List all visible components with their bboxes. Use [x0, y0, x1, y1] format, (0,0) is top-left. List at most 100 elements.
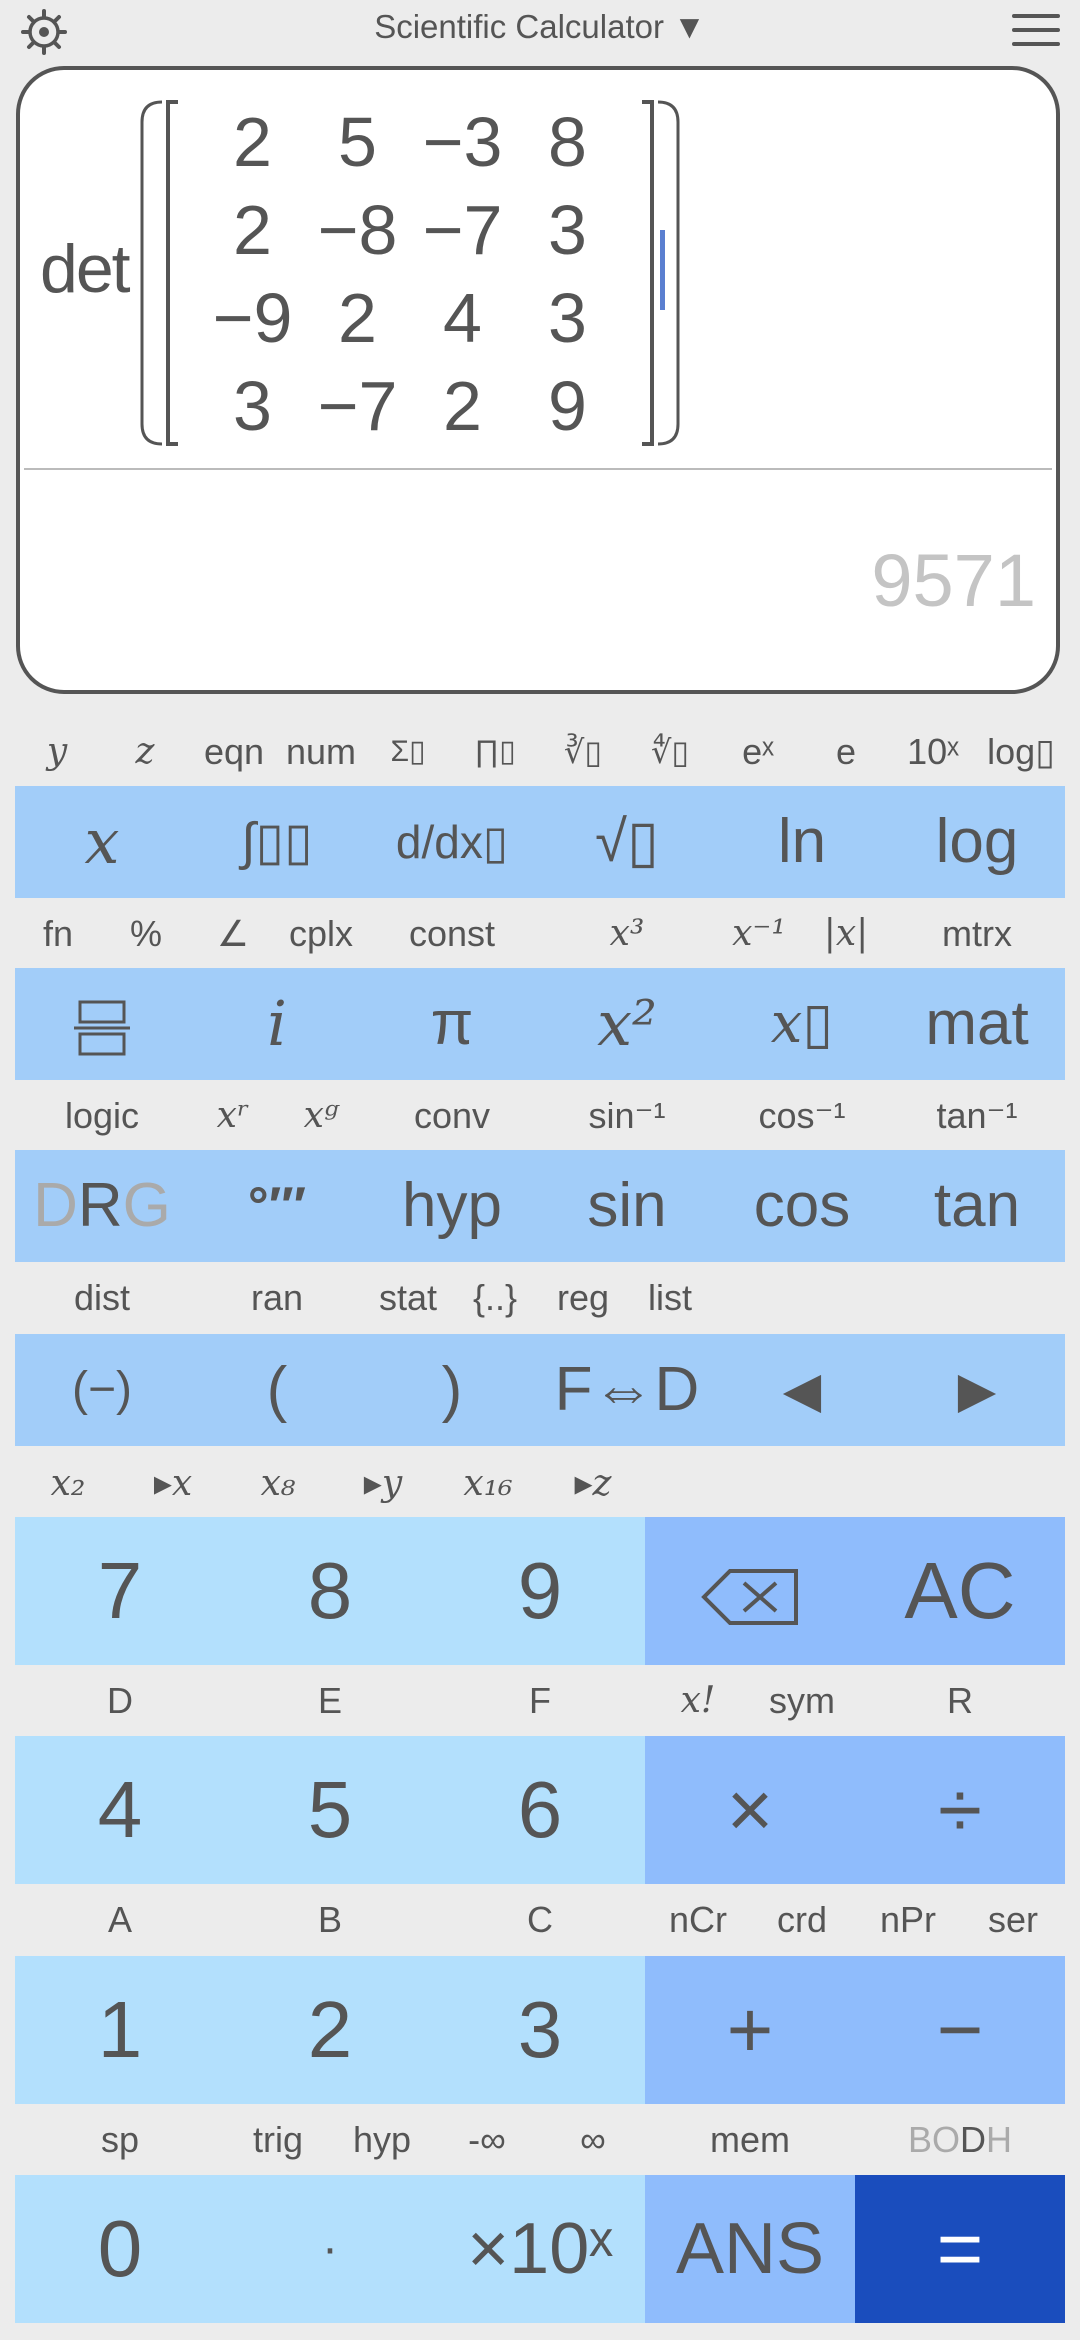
matrix-cell[interactable]: −7 [305, 362, 410, 450]
key-ln[interactable]: ln [778, 786, 826, 898]
key-ans[interactable]: ANS [645, 2175, 855, 2323]
label-octal: x₈ [260, 1463, 296, 1504]
key-minus[interactable]: − [855, 1956, 1065, 2104]
matrix-cell[interactable]: 9 [515, 362, 620, 450]
key-times-ten-power[interactable]: ×10ˣ [435, 2175, 645, 2323]
key-1[interactable]: 1 [15, 1956, 225, 2104]
key-5[interactable]: 5 [225, 1736, 435, 1884]
label-logic: logic [64, 1095, 140, 1136]
matrix-cell[interactable]: −9 [200, 274, 305, 362]
label-r: R [947, 1680, 973, 1721]
key-all-clear[interactable]: AC [855, 1517, 1065, 1665]
key-imaginary-i[interactable]: i [267, 968, 287, 1080]
label-to-x: ▸x [153, 1463, 193, 1504]
label-num: num [285, 731, 357, 772]
key-x[interactable]: x [85, 786, 120, 898]
key-6[interactable]: 6 [435, 1736, 645, 1884]
key-x-squared[interactable]: x² [597, 968, 657, 1080]
label-hex-e: E [317, 1680, 343, 1721]
key-4[interactable]: 4 [15, 1736, 225, 1884]
key-7[interactable]: 7 [15, 1517, 225, 1665]
matrix-cell[interactable]: 3 [515, 274, 620, 362]
key-log[interactable]: log [936, 786, 1019, 898]
matrix-input[interactable]: 2 5 −3 8 2 −8 −7 3 −9 2 4 3 3 −7 2 9 [140, 98, 680, 446]
app-title-dropdown[interactable]: Scientific Calculator ▼ [0, 8, 1080, 46]
label-sp: sp [100, 2119, 140, 2160]
backspace-icon[interactable] [645, 1517, 855, 1665]
shift-labels-row-3: logic xʳ xᵍ conv sin⁻¹ cos⁻¹ tan⁻¹ [15, 1088, 1065, 1144]
label-ser: ser [987, 1899, 1039, 1940]
label-abs: |x| [823, 913, 869, 954]
bodh-h: H [986, 2119, 1013, 2160]
matrix-cell[interactable]: 3 [515, 186, 620, 274]
key-sin[interactable]: sin [587, 1150, 666, 1262]
drg-r: R [77, 1171, 123, 1240]
number-row-456: 4 5 6 × ÷ [15, 1736, 1065, 1884]
number-row-789: 7 8 9 AC [15, 1517, 1065, 1665]
key-tan[interactable]: tan [934, 1150, 1020, 1262]
label-hex-a: A [107, 1899, 133, 1940]
key-plus[interactable]: + [645, 1956, 855, 2104]
key-x-power[interactable]: x▯ [771, 968, 833, 1080]
fraction-icon[interactable] [72, 968, 132, 1080]
matrix-cell[interactable]: 4 [410, 274, 515, 362]
label-infinity: ∞ [580, 2119, 606, 2160]
display-divider [24, 468, 1052, 470]
key-degrees-minutes-seconds[interactable]: °′″ [248, 1150, 306, 1262]
cursor-right-icon[interactable]: ▶ [958, 1334, 996, 1446]
label-hex-b: B [317, 1899, 343, 1940]
key-9[interactable]: 9 [435, 1517, 645, 1665]
matrix-cell[interactable]: 2 [305, 274, 410, 362]
matrix-cell[interactable]: 2 [200, 98, 305, 186]
matrix-cell[interactable]: 2 [410, 362, 515, 450]
label-trig: trig [252, 2119, 304, 2160]
key-2[interactable]: 2 [225, 1956, 435, 2104]
key-fraction-decimal[interactable]: F⇔D [555, 1334, 700, 1446]
key-mat[interactable]: mat [925, 968, 1028, 1080]
cursor-left-icon[interactable]: ◀ [783, 1334, 821, 1446]
matrix-cell[interactable]: −8 [305, 186, 410, 274]
key-integral[interactable]: ∫▯▯ [241, 786, 312, 898]
key-multiply[interactable]: × [645, 1736, 855, 1884]
label-const: const [408, 913, 496, 954]
key-decimal-point[interactable]: · [225, 2175, 435, 2323]
label-nth-root: ∜▯ [651, 734, 689, 770]
key-divide[interactable]: ÷ [855, 1736, 1065, 1884]
key-close-paren[interactable]: ) [442, 1334, 463, 1446]
matrix-cell[interactable]: −3 [410, 98, 515, 186]
key-cos[interactable]: cos [754, 1150, 850, 1262]
bodh-d: D [960, 2119, 987, 2160]
key-hyp[interactable]: hyp [402, 1150, 502, 1262]
drg-g: G [122, 1171, 171, 1240]
key-sqrt[interactable]: √▯ [595, 786, 659, 898]
label-crd: crd [776, 1899, 828, 1940]
result-value: 9571 [871, 539, 1036, 622]
key-row-4: (−) ( ) F⇔D ◀ ▶ [15, 1334, 1065, 1446]
label-cube-root: ∛▯ [564, 734, 602, 770]
key-pi[interactable]: π [431, 968, 474, 1080]
key-8[interactable]: 8 [225, 1517, 435, 1665]
matrix-cell[interactable]: 5 [305, 98, 410, 186]
matrix-cell[interactable]: 2 [200, 186, 305, 274]
key-equals[interactable]: = [855, 2175, 1065, 2323]
label-set: {..} [472, 1277, 518, 1318]
key-negative[interactable]: (−) [72, 1334, 132, 1446]
hamburger-menu-icon[interactable] [1012, 14, 1060, 50]
key-open-paren[interactable]: ( [267, 1334, 288, 1446]
key-row-2: i π x² x▯ mat [15, 968, 1065, 1080]
label-to-z: ▸z [574, 1463, 612, 1504]
key-3[interactable]: 3 [435, 1956, 645, 2104]
matrix-cell[interactable]: −7 [410, 186, 515, 274]
label-fn: fn [42, 913, 74, 954]
matrix-cell[interactable]: 8 [515, 98, 620, 186]
label-10x: 10ˣ [907, 731, 959, 772]
matrix-cell[interactable]: 3 [200, 362, 305, 450]
label-ran: ran [250, 1277, 304, 1318]
label-factorial: x! [680, 1680, 716, 1721]
key-0[interactable]: 0 [15, 2175, 225, 2323]
label-mem: mem [710, 2119, 790, 2160]
expression-display[interactable]: det 2 5 −3 8 2 −8 −7 3 −9 2 4 3 3 −7 2 9… [16, 66, 1060, 694]
key-derivative[interactable]: d/dx▯ [396, 786, 508, 898]
label-ncr: nCr [668, 1899, 728, 1940]
key-drg[interactable]: DRG [33, 1150, 171, 1262]
